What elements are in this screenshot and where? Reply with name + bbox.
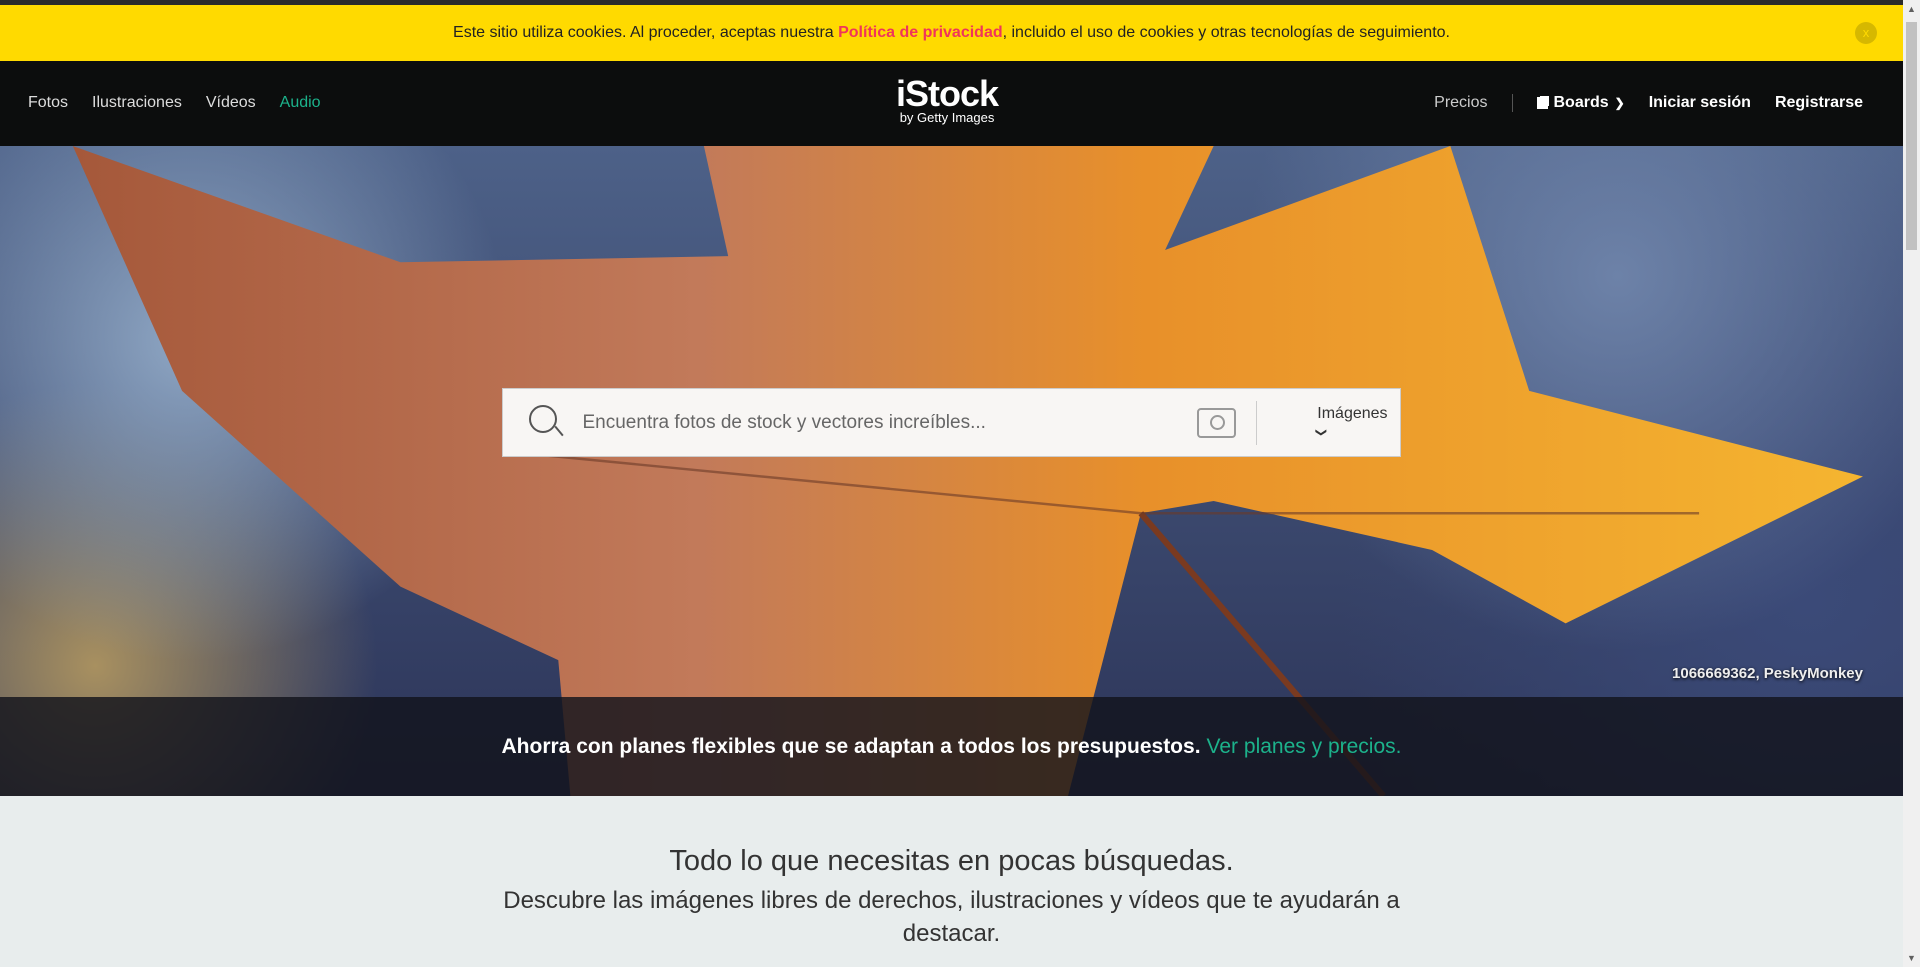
chevron-down-icon: ❯ (1315, 427, 1328, 437)
nav-ilustraciones[interactable]: Ilustraciones (92, 94, 182, 112)
search-input[interactable] (582, 411, 1105, 434)
close-icon[interactable]: x (1855, 22, 1877, 44)
section-title: Todo lo que necesitas en pocas búsquedas… (669, 845, 1234, 877)
scrollbar-thumb[interactable] (1906, 22, 1917, 250)
scroll-up-icon[interactable]: ▲ (1907, 4, 1916, 14)
plans-link[interactable]: Ver planes y precios. (1207, 735, 1402, 759)
promo-strip: Ahorra con planes flexibles que se adapt… (0, 697, 1903, 796)
intro-section: Todo lo que necesitas en pocas búsquedas… (0, 796, 1903, 950)
istock-logo[interactable]: iStock by Getty Images (896, 75, 999, 125)
nav-precios[interactable]: Precios (1434, 94, 1513, 112)
top-nav: Fotos Ilustraciones Vídeos Audio iStock … (0, 61, 1903, 146)
privacy-policy-link[interactable]: Política de privacidad (838, 24, 1003, 41)
signup-link[interactable]: Registrarse (1775, 94, 1863, 112)
promo-text: Ahorra con planes flexibles que se adapt… (501, 734, 1201, 758)
cookie-banner: Este sitio utiliza cookies. Al proceder,… (0, 5, 1903, 61)
nav-audio[interactable]: Audio (280, 94, 321, 112)
chevron-down-icon: ❯ (1614, 96, 1625, 110)
cookie-text: Este sitio utiliza cookies. Al proceder,… (453, 24, 1450, 41)
hero-banner: Imágenes ❯ 1066669362, PeskyMonkey Ahorr… (0, 146, 1903, 796)
scroll-down-icon[interactable]: ▼ (1907, 953, 1916, 963)
media-type-dropdown[interactable]: Imágenes ❯ (1315, 405, 1400, 441)
divider (1256, 400, 1258, 445)
nav-fotos[interactable]: Fotos (28, 94, 68, 112)
image-credit: 1066669362, PeskyMonkey (1672, 665, 1863, 682)
boards-menu[interactable]: Boards ❯ (1536, 94, 1625, 112)
boards-icon (1536, 97, 1548, 109)
search-bar: Imágenes ❯ (502, 388, 1401, 457)
search-icon[interactable] (529, 404, 564, 441)
camera-icon[interactable] (1196, 407, 1237, 438)
scrollbar[interactable]: ▲ ▼ (1903, 0, 1920, 967)
nav-videos[interactable]: Vídeos (206, 94, 256, 112)
section-subtitle: Descubre las imágenes libres de derechos… (503, 887, 1400, 947)
login-link[interactable]: Iniciar sesión (1649, 94, 1751, 112)
